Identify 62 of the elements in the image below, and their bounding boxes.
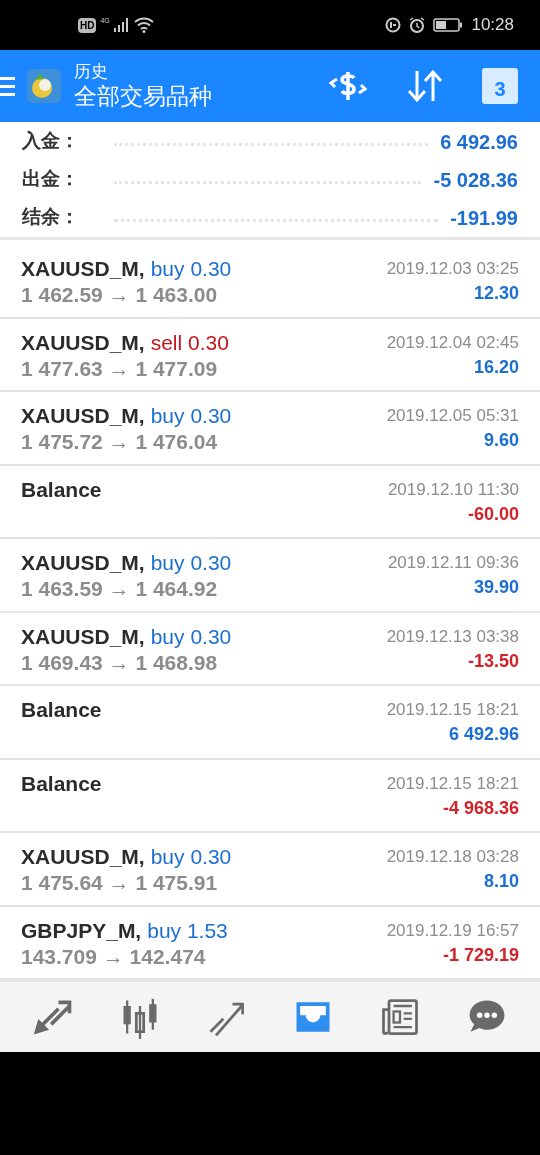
trade-action: buy 0.30 [150, 623, 232, 650]
price-range: 1 463.59 → 1 464.92 [21, 576, 219, 603]
profit-value: 6 492.96 [448, 723, 519, 746]
symbol-label: GBPJPY_M, [21, 917, 142, 944]
trade-time: 2019.12.04 02:45 [386, 331, 519, 353]
profit-value: 39.90 [473, 576, 519, 599]
trade-time: 2019.12.13 03:38 [386, 625, 519, 647]
price-range: 1 475.72 → 1 476.04 [21, 429, 219, 456]
trade-action: buy 1.53 [147, 917, 228, 944]
trade-action: buy 0.30 [150, 403, 232, 429]
trade-action: buy 0.30 [150, 256, 232, 282]
trade-action: buy 0.30 [150, 844, 232, 870]
network-label: HD [78, 17, 97, 33]
summary-value: -5 028.36 [433, 167, 518, 193]
menu-icon[interactable] [0, 75, 16, 97]
symbol-label: XAUUSD_M, [21, 329, 145, 356]
profit-value: 8.10 [483, 870, 519, 893]
profit-value: 16.20 [473, 355, 519, 379]
profit-value: -4 968.36 [442, 796, 519, 820]
balance-label: Balance [21, 476, 102, 503]
summary-value: -191.99 [450, 205, 518, 231]
symbol-label: XAUUSD_M, [21, 256, 145, 282]
signal-icon [113, 18, 130, 32]
summary-label: 入金： [22, 129, 80, 154]
data-saver-icon [385, 17, 402, 33]
sort-icon[interactable] [406, 69, 444, 103]
trade-time: 2019.12.15 18:21 [386, 699, 519, 721]
symbol-label: XAUUSD_M, [21, 623, 145, 650]
price-range: 1 477.63 → 1 477.09 [21, 355, 219, 382]
summary-label: 结余： [22, 205, 80, 230]
trade-time: 2019.12.11 09:36 [387, 552, 519, 574]
battery-icon [433, 18, 464, 32]
profit-value: 12.30 [473, 282, 519, 305]
wifi-icon [133, 17, 154, 33]
alarm-icon [409, 17, 426, 33]
price-range: 1 475.64 → 1 475.91 [21, 870, 219, 897]
trade-time: 2019.12.19 16:57 [386, 919, 519, 941]
trade-action: buy 0.30 [150, 550, 232, 576]
profit-value: 9.60 [483, 429, 519, 452]
screen-title: 历史 [74, 61, 109, 83]
trade-time: 2019.12.15 18:21 [386, 772, 519, 794]
clock-time: 10:28 [471, 14, 514, 37]
symbol-label: XAUUSD_M, [21, 403, 145, 429]
summary-label: 出金： [22, 167, 80, 192]
profit-value: -60.00 [467, 502, 519, 526]
trade-time: 2019.12.10 11:30 [387, 478, 519, 500]
trade-time: 2019.12.03 03:25 [386, 258, 519, 280]
balance-label: Balance [21, 697, 102, 723]
trade-action: sell 0.30 [150, 329, 229, 356]
app-logo-icon[interactable] [26, 68, 62, 104]
symbol-label: XAUUSD_M, [21, 550, 145, 576]
price-range: 1 462.59 → 1 463.00 [21, 282, 219, 309]
price-range: 1 469.43 → 1 468.98 [21, 649, 219, 676]
profit-value: -13.50 [467, 649, 519, 673]
symbol-label: XAUUSD_M, [21, 844, 145, 870]
profit-value: -1 729.19 [442, 943, 519, 967]
trade-time: 2019.12.05 05:31 [386, 405, 519, 427]
trade-time: 2019.12.18 03:28 [386, 846, 519, 868]
balance-label: Balance [21, 770, 102, 797]
symbol-filter-label[interactable]: 全部交易品种 [74, 82, 212, 111]
price-range: 143.709 → 142.474 [21, 943, 207, 970]
summary-value: 6 492.96 [440, 129, 518, 155]
